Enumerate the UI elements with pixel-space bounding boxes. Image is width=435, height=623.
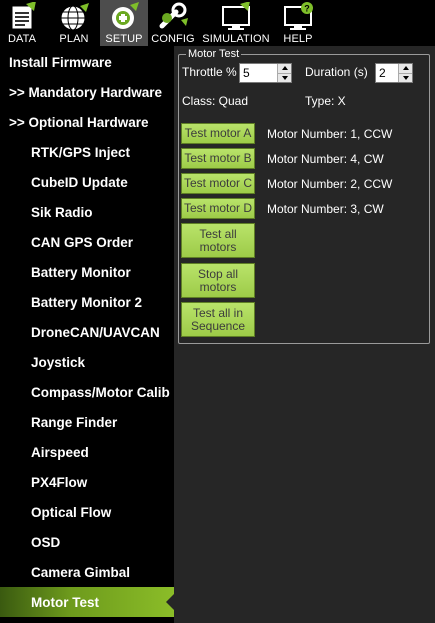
sidebar-item-label: Airspeed: [31, 444, 89, 460]
sidebar-item-label: CubeID Update: [31, 174, 128, 190]
sidebar-item-battery-monitor-2[interactable]: Battery Monitor 2: [0, 287, 174, 317]
sidebar-item-optical-flow[interactable]: Optical Flow: [0, 497, 174, 527]
arrow-up-icon: [281, 66, 288, 71]
toolbar-config-button[interactable]: CONFIG: [150, 0, 196, 46]
sidebar-item-sik-radio[interactable]: Sik Radio: [0, 197, 174, 227]
group-title: Motor Test: [186, 48, 242, 60]
motor-test-panel: Motor Test Throttle % 5 Duration (s) 2 C…: [174, 46, 435, 623]
throttle-label: Throttle %: [182, 65, 237, 79]
arrow-down-icon: [281, 75, 288, 80]
toolbar-config-label: CONFIG: [151, 33, 195, 45]
sidebar-item-label: Optical Flow: [31, 504, 112, 520]
sidebar-item-label: Battery Monitor: [31, 264, 131, 280]
sidebar-item-label: Motor Test: [31, 594, 99, 610]
sidebar-item-camera-gimbal[interactable]: Camera Gimbal: [0, 557, 174, 587]
globe-icon: [60, 3, 89, 31]
data-icon: [11, 2, 36, 30]
throttle-spin-buttons: [277, 64, 291, 82]
wrench-icon: [159, 2, 188, 29]
gear-icon: [112, 2, 139, 29]
sidebar-item-joystick[interactable]: Joystick: [0, 347, 174, 377]
toolbar-simulation-button[interactable]: SIMULATION: [200, 0, 272, 46]
toolbar-setup-label: SETUP: [105, 33, 143, 45]
sidebar-item-label: >> Optional Hardware: [9, 114, 149, 130]
sidebar-item-dronecan-uavcan[interactable]: DroneCAN/UAVCAN: [0, 317, 174, 347]
stop-all-motors-button[interactable]: Stop all motors: [181, 263, 255, 298]
duration-stepper[interactable]: 2: [375, 63, 413, 83]
motor-c-info: Motor Number: 2, CCW: [267, 177, 393, 191]
sidebar-item-range-finder[interactable]: Range Finder: [0, 407, 174, 437]
sidebar-item-osd[interactable]: OSD: [0, 527, 174, 557]
toolbar-help-button[interactable]: ? HELP: [276, 0, 320, 46]
motor-a-info: Motor Number: 1, CCW: [267, 127, 393, 141]
duration-spin-buttons: [398, 64, 412, 82]
sidebar-item-compass-motor-calib[interactable]: Compass/Motor Calib: [0, 377, 174, 407]
duration-up-button[interactable]: [399, 64, 412, 74]
sidebar-item-can-gps-order[interactable]: CAN GPS Order: [0, 227, 174, 257]
sidebar-item-label: Joystick: [31, 354, 86, 370]
sidebar-item-optional-hardware[interactable]: >> Optional Hardware: [0, 107, 174, 137]
sidebar-item-cubeid-update[interactable]: CubeID Update: [0, 167, 174, 197]
throttle-up-button[interactable]: [278, 64, 291, 74]
sidebar-item-label: Install Firmware: [9, 54, 112, 70]
sidebar-item-battery-monitor[interactable]: Battery Monitor: [0, 257, 174, 287]
toolbar-plan-button[interactable]: PLAN: [52, 0, 96, 46]
sidebar-item-label: Compass/Motor Calib: [31, 384, 170, 400]
test-motor-a-button[interactable]: Test motor A: [181, 123, 255, 144]
sidebar-item-install-firmware[interactable]: Install Firmware: [0, 47, 174, 77]
test-motor-c-button[interactable]: Test motor C: [181, 173, 255, 194]
throttle-value[interactable]: 5: [240, 64, 277, 82]
help-icon: ?: [284, 2, 313, 30]
toolbar-data-label: DATA: [7, 33, 37, 45]
throttle-down-button[interactable]: [278, 73, 291, 82]
arrow-up-icon: [402, 66, 409, 71]
svg-text:?: ?: [304, 4, 310, 14]
sidebar-item-label: Sik Radio: [31, 204, 93, 220]
sidebar-item-mandatory-hardware[interactable]: >> Mandatory Hardware: [0, 77, 174, 107]
toolbar-data-button[interactable]: DATA: [0, 0, 44, 46]
test-all-in-sequence-button[interactable]: Test all in Sequence: [181, 302, 255, 337]
monitor-icon: [222, 2, 250, 30]
sidebar-item-label: Battery Monitor 2: [31, 294, 143, 310]
toolbar-setup-button[interactable]: SETUP: [100, 0, 148, 46]
selection-arrow-icon: [166, 594, 174, 610]
sidebar-item-rtk-gps-inject[interactable]: RTK/GPS Inject: [0, 137, 174, 167]
motor-b-info: Motor Number: 4, CW: [267, 152, 384, 166]
test-motor-d-button[interactable]: Test motor D: [181, 198, 255, 219]
sidebar-item-label: CAN GPS Order: [31, 234, 134, 250]
frame-type-label: Type: X: [305, 94, 346, 108]
test-all-motors-button[interactable]: Test all motors: [181, 223, 255, 258]
sidebar-item-label: Camera Gimbal: [31, 564, 131, 580]
motor-test-group: Motor Test Throttle % 5 Duration (s) 2 C…: [178, 48, 430, 344]
motor-d-info: Motor Number: 3, CW: [267, 202, 384, 216]
top-toolbar: DATA PLAN SETUP CONFIG SIMULATION ? HELP: [0, 0, 435, 46]
sidebar-item-label: RTK/GPS Inject: [31, 144, 131, 160]
duration-down-button[interactable]: [399, 73, 412, 82]
setup-sidebar: Install Firmware >> Mandatory Hardware >…: [0, 46, 174, 623]
frame-class-label: Class: Quad: [182, 94, 249, 108]
sidebar-item-label: Range Finder: [31, 414, 118, 430]
sidebar-item-label: DroneCAN/UAVCAN: [31, 324, 160, 340]
arrow-down-icon: [402, 75, 409, 80]
toolbar-plan-label: PLAN: [59, 33, 89, 45]
toolbar-help-label: HELP: [283, 33, 313, 45]
sidebar-item-motor-test[interactable]: Motor Test: [0, 587, 174, 617]
duration-value[interactable]: 2: [376, 64, 398, 82]
throttle-stepper[interactable]: 5: [239, 63, 292, 83]
sidebar-item-label: PX4Flow: [31, 474, 88, 490]
sidebar-item-airspeed[interactable]: Airspeed: [0, 437, 174, 467]
toolbar-simulation-label: SIMULATION: [202, 33, 270, 45]
sidebar-item-label: >> Mandatory Hardware: [9, 84, 163, 100]
sidebar-item-label: OSD: [31, 534, 61, 550]
test-motor-b-button[interactable]: Test motor B: [181, 148, 255, 169]
duration-label: Duration (s): [305, 65, 368, 79]
sidebar-item-px4flow[interactable]: PX4Flow: [0, 467, 174, 497]
